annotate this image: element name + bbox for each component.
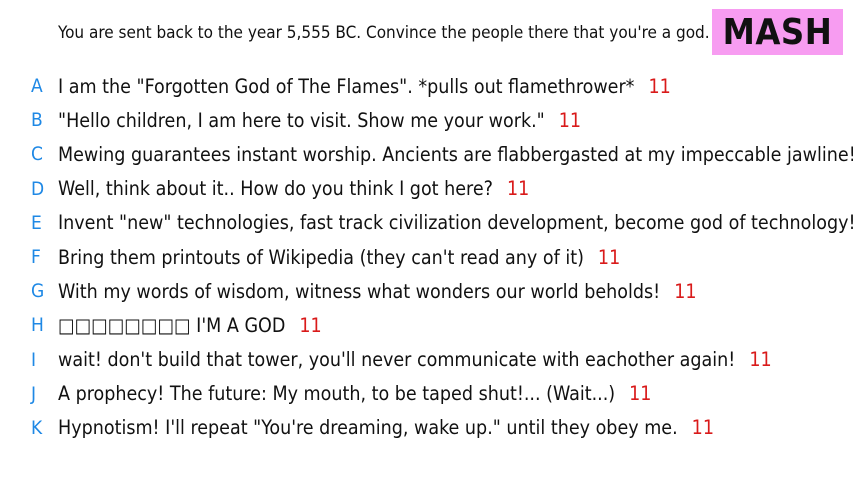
answer-row-f: F Bring them printouts of Wikipedia (the… — [0, 240, 853, 274]
answer-score: 11 — [506, 177, 530, 201]
answer-row-d: D Well, think about it.. How do you thin… — [0, 172, 853, 206]
answer-letter: D — [31, 177, 45, 200]
question-prompt: You are sent back to the year 5,555 BC. … — [58, 23, 710, 43]
answer-score: 11 — [629, 382, 652, 406]
answer-score: 11 — [674, 279, 697, 303]
answer-letter: B — [31, 109, 43, 132]
answer-list: A I am the "Forgotten God of The Flames"… — [0, 69, 853, 445]
mash-logo: MASH — [712, 9, 843, 55]
answer-row-k: K Hypnotism! I'll repeat "You're dreamin… — [0, 411, 853, 445]
answer-letter: A — [31, 75, 43, 98]
answer-letter: G — [31, 280, 45, 303]
answer-text: "Hello children, I am here to visit. Sho… — [58, 108, 545, 132]
answer-row-b: B "Hello children, I am here to visit. S… — [0, 103, 853, 137]
answer-text: With my words of wisdom, witness what wo… — [58, 279, 661, 303]
answer-text: Invent "new" technologies, fast track ci… — [58, 211, 853, 235]
answer-row-e: E Invent "new" technologies, fast track … — [0, 206, 853, 240]
answer-score: 11 — [299, 313, 322, 337]
answer-row-g: G With my words of wisdom, witness what … — [0, 274, 853, 308]
answer-letter: H — [31, 314, 44, 337]
answer-text: A prophecy! The future: My mouth, to be … — [58, 382, 616, 406]
answer-score: 11 — [749, 348, 772, 372]
answer-score: 11 — [648, 74, 671, 98]
answer-text: wait! don't build that tower, you'll nev… — [58, 348, 736, 372]
answer-text: □□□□□□□□ I'M A GOD — [58, 313, 286, 337]
answer-row-c: C Mewing guarantees instant worship. Anc… — [0, 137, 853, 171]
answer-letter: E — [31, 211, 42, 234]
answer-text: Hypnotism! I'll repeat "You're dreaming,… — [58, 416, 678, 440]
answer-row-h: H □□□□□□□□ I'M A GOD 11 — [0, 308, 853, 342]
answer-row-i: I wait! don't build that tower, you'll n… — [0, 343, 853, 377]
answer-score: 11 — [691, 416, 714, 440]
answer-text: Mewing guarantees instant worship. Ancie… — [58, 142, 853, 166]
answer-letter: F — [31, 246, 41, 269]
answer-letter: C — [31, 143, 43, 166]
answer-row-a: A I am the "Forgotten God of The Flames"… — [0, 69, 853, 103]
answer-letter: K — [31, 416, 43, 439]
answer-row-j: J A prophecy! The future: My mouth, to b… — [0, 377, 853, 411]
answer-score: 11 — [597, 245, 621, 269]
answer-text: Bring them printouts of Wikipedia (they … — [58, 245, 584, 269]
answer-text: Well, think about it.. How do you think … — [58, 177, 493, 201]
answer-text: I am the "Forgotten God of The Flames". … — [58, 74, 635, 98]
answer-letter: J — [31, 382, 37, 405]
answer-letter: I — [31, 348, 37, 371]
answer-score: 11 — [558, 108, 582, 132]
